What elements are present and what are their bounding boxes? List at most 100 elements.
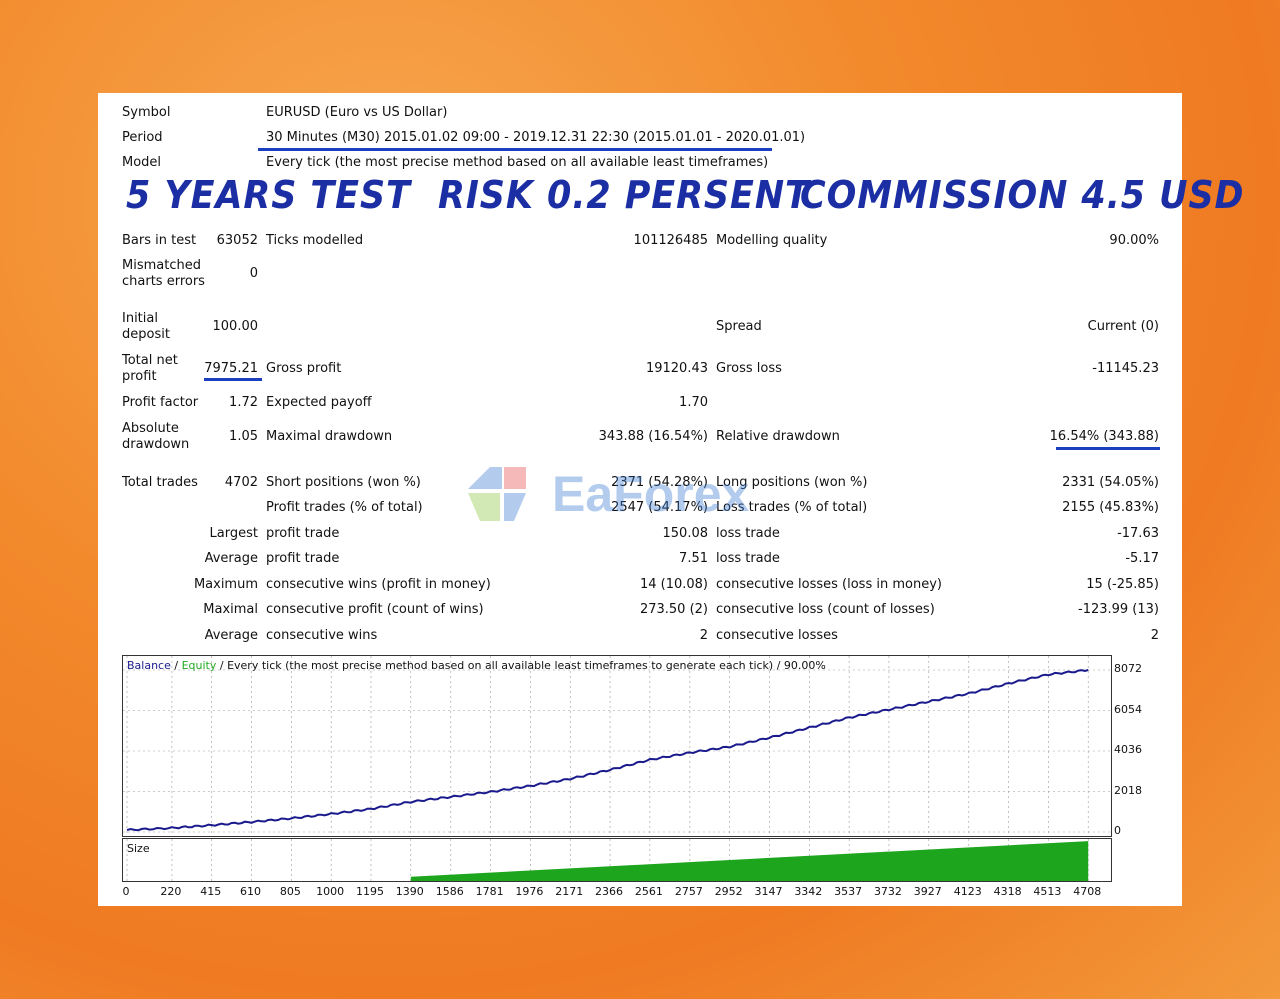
y-tick-label: 2018 [1114, 783, 1142, 797]
avg-wins-value: 2 [699, 628, 708, 643]
short-label: Short positions (won %) [266, 475, 421, 490]
model-label: Model [122, 155, 162, 170]
quality-value: 90.00% [1109, 233, 1159, 248]
mismatch-value: 0 [249, 266, 258, 281]
spread-label: Spread [716, 319, 762, 334]
x-tick-label: 0 [122, 885, 130, 898]
x-tick-label: 4123 [953, 885, 982, 898]
maxdd-label: Maximal drawdown [266, 429, 393, 444]
size-chart-plot [126, 839, 1089, 881]
absdd-label: Absolute drawdown [122, 421, 190, 452]
netprofit-label: Total net profit [122, 353, 178, 384]
avg-consec-label: Average [204, 628, 258, 643]
balance-series-line [126, 669, 1089, 832]
average-label: Average [204, 551, 258, 566]
max-losses-value: 15 (-25.85) [1086, 577, 1159, 592]
model-value: Every tick (the most precise method base… [266, 155, 769, 170]
x-tick-label: 3342 [794, 885, 823, 898]
average-profit-label: profit trade [266, 551, 340, 566]
banner-commission: COMMISSION 4.5 USD [800, 173, 1245, 217]
ltrades-value: 2155 (45.83%) [1062, 500, 1159, 515]
payoff-label: Expected payoff [266, 395, 372, 410]
x-tick-label: 3927 [913, 885, 942, 898]
x-tick-label: 1195 [355, 885, 384, 898]
x-tick-label: 4708 [1073, 885, 1102, 898]
largest-label: Largest [209, 526, 258, 541]
eaforex-watermark: EaForex [468, 466, 750, 522]
eaforex-logo-icon [468, 467, 526, 521]
x-tick-label: 610 [240, 885, 262, 898]
pf-value: 1.72 [229, 395, 258, 410]
x-tick-label: 415 [200, 885, 222, 898]
period-label: Period [122, 130, 163, 145]
symbol-label: Symbol [122, 105, 171, 120]
bars-label: Bars in test [122, 233, 197, 248]
grossprofit-label: Gross profit [266, 361, 342, 376]
size-series-area [410, 841, 1089, 881]
x-tick-label: 1976 [515, 885, 544, 898]
maximal-profit-value: 273.50 (2) [639, 602, 708, 617]
bars-value: 63052 [216, 233, 258, 248]
report-panel: Symbol EURUSD (Euro vs US Dollar) Period… [98, 93, 1244, 906]
netprofit-value: 7975.21 [204, 361, 258, 376]
deposit-label: Initial deposit [122, 311, 170, 342]
symbol-value: EURUSD (Euro vs US Dollar) [266, 105, 448, 120]
grossloss-value: -11145.23 [1092, 361, 1159, 376]
largest-loss-label: loss trade [716, 526, 780, 541]
grossloss-label: Gross loss [716, 361, 782, 376]
period-value: 30 Minutes (M30) 2015.01.02 09:00 - 2019… [266, 130, 806, 145]
x-tick-label: 3147 [754, 885, 783, 898]
pf-label: Profit factor [122, 395, 199, 410]
x-tick-label: 1390 [395, 885, 424, 898]
reldd-value: 16.54% (343.88) [1049, 429, 1159, 444]
x-tick-label: 805 [279, 885, 301, 898]
y-tick-label: 8072 [1114, 662, 1142, 675]
long-value: 2331 (54.05%) [1062, 475, 1159, 490]
grossprofit-value: 19120.43 [645, 361, 708, 376]
x-tick-label: 3537 [834, 885, 863, 898]
ltrades-label: Loss trades (% of total) [716, 500, 868, 515]
x-tick-label: 1000 [316, 885, 345, 898]
maximum-label: Maximum [193, 577, 258, 592]
x-tick-label: 4318 [993, 885, 1022, 898]
ticks-label: Ticks modelled [266, 233, 364, 248]
ticks-value: 101126485 [633, 233, 708, 248]
absdd-value: 1.05 [229, 429, 258, 444]
x-tick-label: 1781 [475, 885, 504, 898]
avg-losses-label: consecutive losses [716, 628, 838, 643]
spread-value: Current (0) [1087, 319, 1159, 334]
reldd-underline [1056, 447, 1160, 450]
x-tick-label: 2952 [714, 885, 743, 898]
reldd-label: Relative drawdown [716, 429, 840, 444]
x-tick-label: 2171 [555, 885, 584, 898]
average-loss-value: -5.17 [1125, 551, 1159, 566]
y-tick-label: 0 [1114, 824, 1121, 837]
trades-label: Total trades [122, 475, 198, 490]
x-tick-label: 220 [160, 885, 182, 898]
quality-label: Modelling quality [716, 233, 828, 248]
maximal-loss-label: consecutive loss (count of losses) [716, 602, 935, 617]
x-tick-label: 2561 [634, 885, 663, 898]
avg-losses-value: 2 [1150, 628, 1159, 643]
x-tick-label: 1586 [435, 885, 464, 898]
x-tick-label: 2757 [674, 885, 703, 898]
maximal-profit-label: consecutive profit (count of wins) [266, 602, 484, 617]
deposit-value: 100.00 [212, 319, 259, 334]
maxdd-value: 343.88 (16.54%) [598, 429, 708, 444]
max-losses-label: consecutive losses (loss in money) [716, 577, 942, 592]
netprofit-underline [204, 378, 262, 381]
payoff-value: 1.70 [679, 395, 708, 410]
largest-profit-label: profit trade [266, 526, 340, 541]
x-tick-label: 2366 [595, 885, 624, 898]
maximal-loss-value: -123.99 (13) [1078, 602, 1159, 617]
avg-wins-label: consecutive wins [266, 628, 378, 643]
max-wins-value: 14 (10.08) [639, 577, 708, 592]
banner-risk: RISK 0.2 PERSENT [438, 173, 810, 217]
average-profit-value: 7.51 [679, 551, 708, 566]
x-tick-label: 3732 [873, 885, 902, 898]
average-loss-label: loss trade [716, 551, 780, 566]
period-underline [258, 148, 772, 151]
largest-loss-value: -17.63 [1117, 526, 1159, 541]
largest-profit-value: 150.08 [662, 526, 709, 541]
banner-years: 5 YEARS TEST [126, 173, 411, 217]
